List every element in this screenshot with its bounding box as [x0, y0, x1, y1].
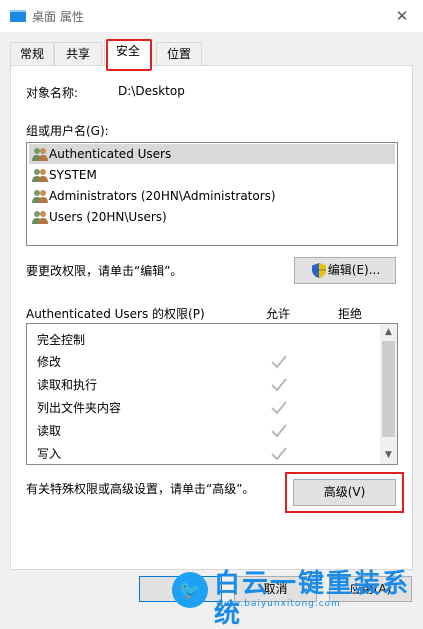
scroll-up-icon[interactable]: ▲ — [380, 324, 397, 341]
list-item[interactable]: SYSTEM — [29, 165, 97, 185]
edit-hint: 要更改权限，请单击“编辑”。 — [26, 264, 183, 278]
permissions-title: Authenticated Users 的权限(P) — [26, 307, 205, 321]
allow-check-icon — [271, 401, 287, 415]
users-icon — [32, 148, 48, 161]
users-icon — [32, 169, 48, 182]
advanced-button-highlight — [285, 472, 404, 513]
permissions-scrollbar[interactable]: ▲ ▼ — [380, 324, 397, 464]
users-icon — [32, 211, 48, 224]
permissions-table: 完全控制 修改 读取和执行 列出文件夹内容 读取 写入 ▲ ▼ — [26, 323, 398, 465]
list-item-label: Users (20HN\Users) — [49, 210, 167, 224]
object-name-value: D:\Desktop — [118, 84, 185, 98]
title-bar: 桌面 属性 ✕ — [0, 0, 423, 32]
close-button[interactable]: ✕ — [387, 4, 417, 28]
allow-column-header: 允许 — [266, 307, 291, 321]
table-row: 完全控制 — [37, 333, 86, 347]
bird-logo-icon: 🐦 — [172, 572, 208, 608]
table-row: 读取和执行 — [37, 378, 98, 392]
window-title: 桌面 属性 — [32, 10, 84, 24]
edit-button-label: 编辑(E)... — [327, 263, 381, 277]
list-item-label: Administrators (20HN\Administrators) — [49, 189, 276, 203]
watermark-url: www.baiyunxitong.com — [216, 599, 341, 609]
allow-check-icon — [271, 378, 287, 392]
list-item[interactable]: Authenticated Users — [29, 144, 395, 164]
scroll-thumb[interactable] — [382, 341, 395, 437]
security-tab-highlight — [106, 39, 152, 71]
tab-sharing[interactable]: 共享 — [54, 42, 102, 65]
close-icon: ✕ — [395, 7, 409, 25]
list-item-label: Authenticated Users — [49, 147, 172, 161]
watermark: 🐦 白云一键重装系统 www.baiyunxitong.com — [172, 568, 417, 629]
groups-label: 组或用户名(G): — [26, 124, 109, 138]
list-item[interactable]: Administrators (20HN\Administrators) — [29, 186, 276, 206]
table-row: 读取 — [37, 424, 62, 438]
folder-icon — [10, 10, 26, 22]
scroll-down-icon[interactable]: ▼ — [380, 447, 397, 464]
users-icon — [32, 190, 48, 203]
tab-location[interactable]: 位置 — [156, 42, 202, 65]
edit-button[interactable]: 编辑(E)... — [294, 257, 396, 284]
object-name-label: 对象名称: — [26, 86, 79, 100]
deny-column-header: 拒绝 — [338, 307, 363, 321]
table-row: 列出文件夹内容 — [37, 401, 122, 415]
uac-shield-icon — [312, 263, 326, 278]
groups-listbox[interactable]: Authenticated Users SYSTEM Administrator… — [26, 142, 398, 246]
table-row: 修改 — [37, 355, 62, 369]
advanced-hint: 有关特殊权限或高级设置，请单击“高级”。 — [26, 482, 255, 496]
list-item[interactable]: Users (20HN\Users) — [29, 207, 167, 227]
table-row: 写入 — [37, 447, 62, 461]
allow-check-icon — [271, 424, 287, 438]
allow-check-icon — [271, 355, 287, 369]
tab-general[interactable]: 常规 — [10, 42, 54, 65]
allow-check-icon — [271, 447, 287, 461]
list-item-label: SYSTEM — [49, 168, 97, 182]
